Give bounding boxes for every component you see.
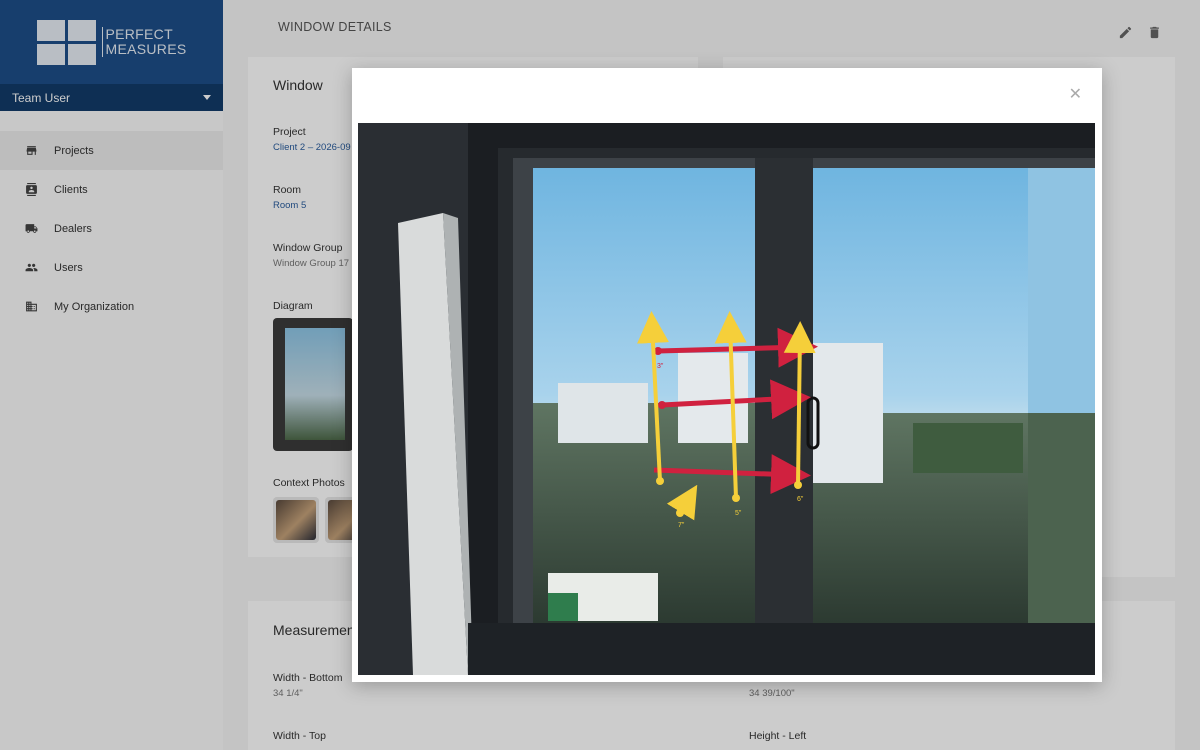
close-icon[interactable]: ✕	[1069, 84, 1082, 104]
annotation-label: 7"	[678, 522, 685, 529]
annotation-label: 3"	[657, 363, 664, 370]
diagram-image: 3" 5" 6" 7"	[358, 123, 1103, 675]
diagram-modal: ✕ 3" 5" 6" 7"	[352, 68, 1103, 682]
annotation-label: 5"	[735, 510, 742, 517]
annotation-label: 6"	[797, 496, 804, 503]
